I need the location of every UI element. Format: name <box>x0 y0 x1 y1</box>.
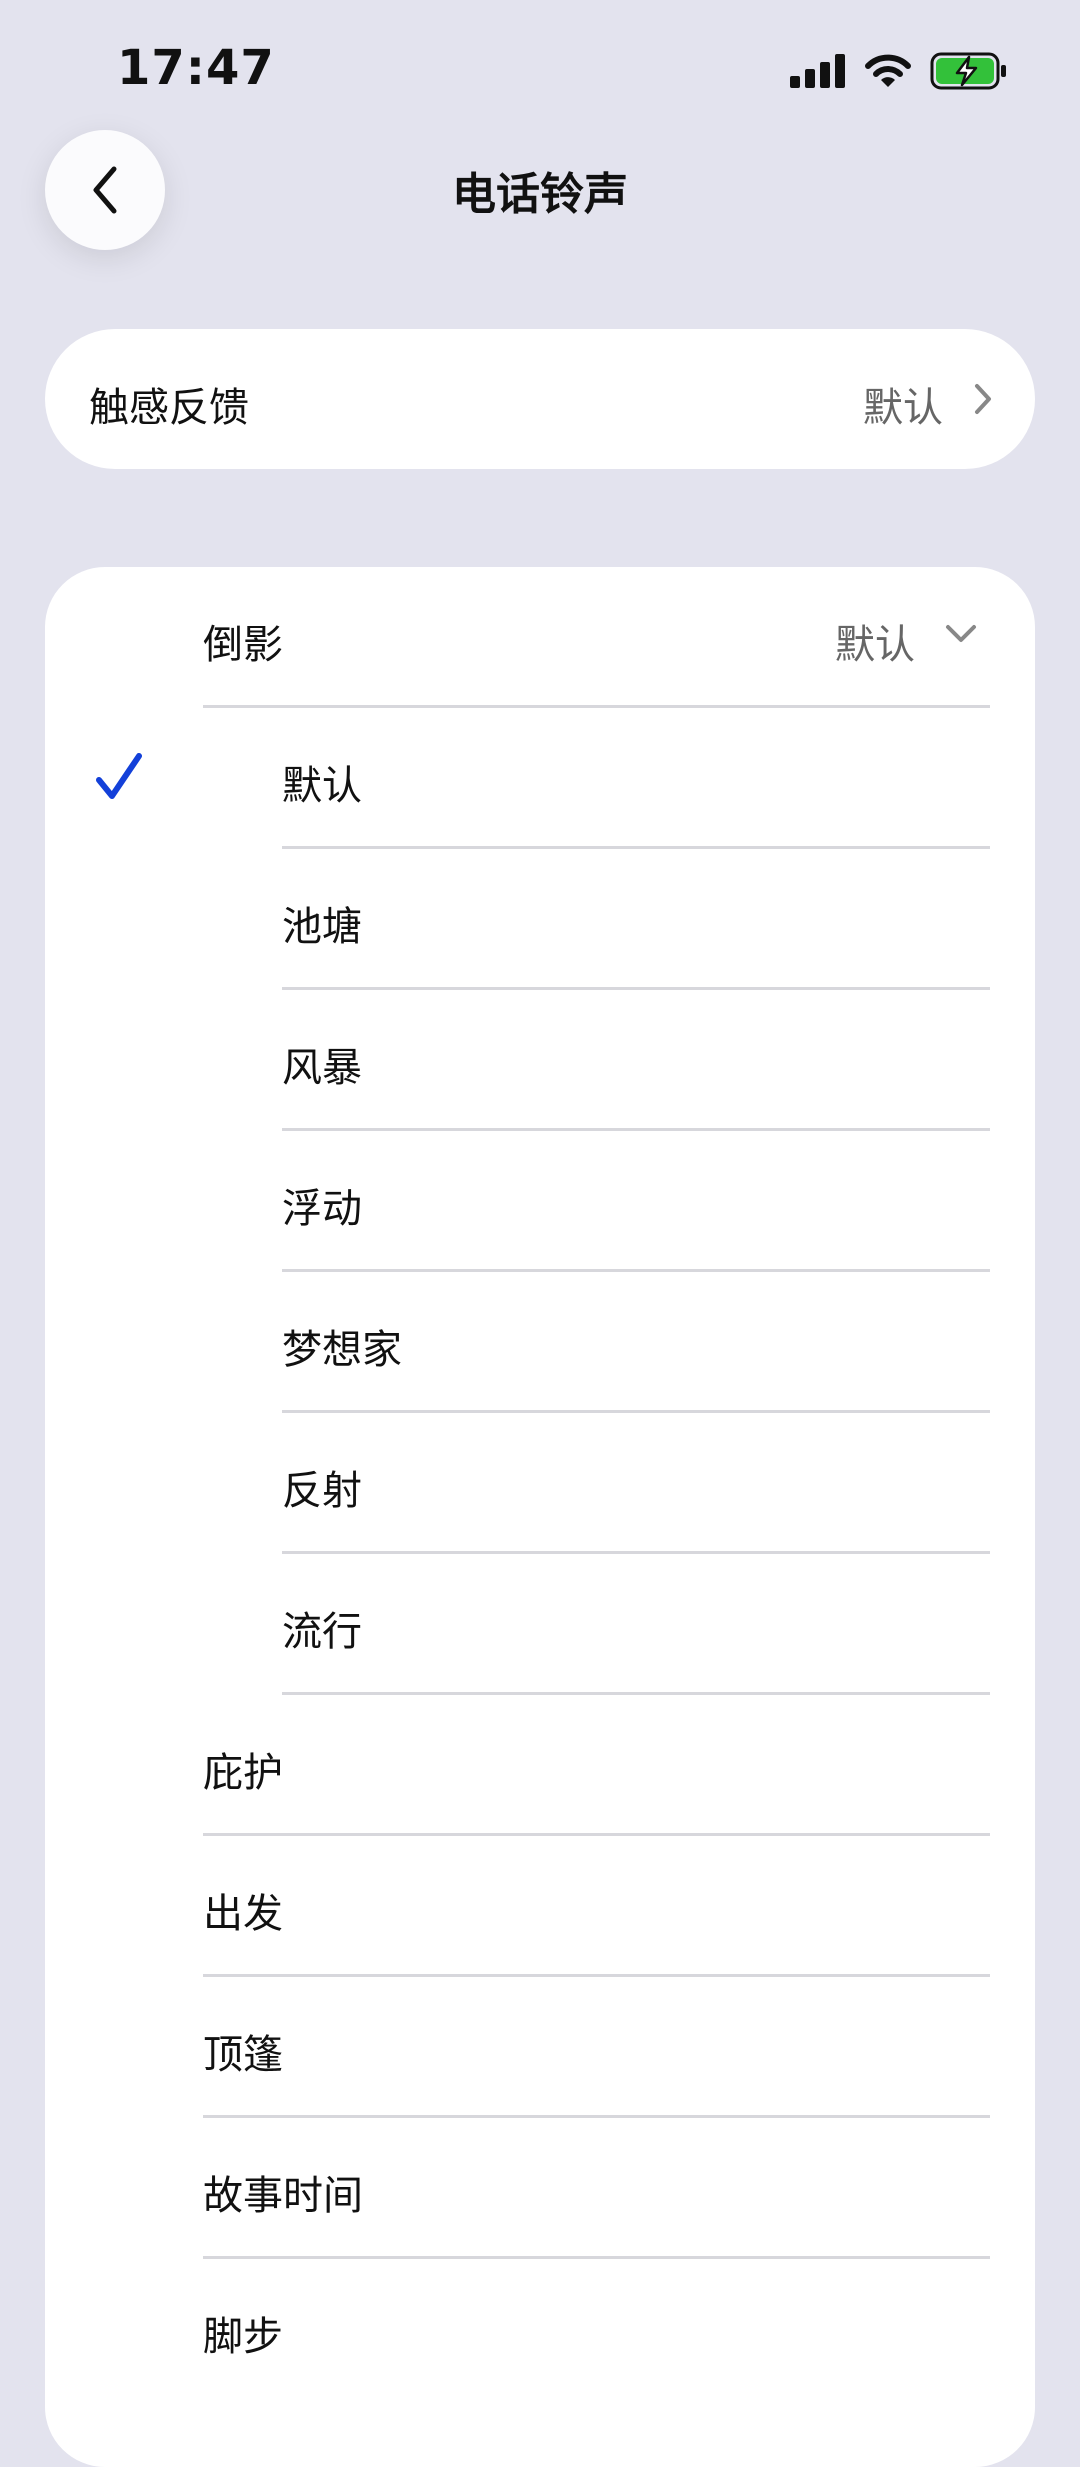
ringtone-label: 梦想家 <box>282 1327 402 1373</box>
chevron-down-icon <box>946 625 976 642</box>
ringtone-label: 故事时间 <box>203 2173 363 2219</box>
ringtone-item[interactable]: 梦想家 <box>45 1272 1035 1413</box>
ringtone-item[interactable]: 默认 <box>45 708 1035 849</box>
ringtone-label: 出发 <box>203 1891 283 1937</box>
status-bar: 17:47 <box>0 0 1080 140</box>
ringtone-label: 浮动 <box>282 1186 362 1232</box>
battery-charging-icon <box>930 52 1006 90</box>
wifi-icon <box>865 54 911 87</box>
group-value: 默认 <box>835 622 915 668</box>
ringtone-label: 脚步 <box>203 2314 283 2360</box>
ringtone-list: 倒影 默认 默认 池塘 风暴 浮动 梦想家 反射 流行 庇护 出发 顶篷 故事时… <box>45 567 1035 2467</box>
ringtone-label: 反射 <box>282 1468 362 1514</box>
ringtone-item[interactable]: 出发 <box>45 1836 1035 1977</box>
ringtone-item[interactable]: 庇护 <box>45 1695 1035 1836</box>
ringtone-item[interactable]: 故事时间 <box>45 2118 1035 2259</box>
checkmark-icon <box>96 753 142 799</box>
ringtone-item[interactable]: 池塘 <box>45 849 1035 990</box>
group-label: 倒影 <box>203 622 283 668</box>
ringtone-label: 庇护 <box>203 1750 283 1796</box>
haptic-feedback-label: 触感反馈 <box>89 385 249 431</box>
ringtone-label: 风暴 <box>282 1045 362 1091</box>
haptic-feedback-row[interactable]: 触感反馈 默认 <box>45 329 1035 469</box>
ringtone-label: 池塘 <box>282 904 362 950</box>
ringtone-label: 流行 <box>282 1609 362 1655</box>
chevron-right-icon <box>975 384 991 414</box>
ringtone-item[interactable]: 流行 <box>45 1554 1035 1695</box>
status-icons <box>790 52 1008 90</box>
ringtone-item[interactable]: 顶篷 <box>45 1977 1035 2118</box>
page-title: 电话铃声 <box>452 169 628 220</box>
ringtone-item[interactable]: 风暴 <box>45 990 1035 1131</box>
cellular-signal-icon <box>790 54 845 88</box>
ringtone-label: 顶篷 <box>203 2032 283 2078</box>
haptic-feedback-value: 默认 <box>863 385 943 431</box>
ringtone-item[interactable]: 反射 <box>45 1413 1035 1554</box>
ringtone-item[interactable]: 浮动 <box>45 1131 1035 1272</box>
ringtone-group-reflection[interactable]: 倒影 默认 <box>45 567 1035 708</box>
status-time: 17:47 <box>117 40 275 96</box>
ringtone-label: 默认 <box>282 763 362 809</box>
ringtone-item[interactable]: 脚步 <box>45 2259 1035 2400</box>
